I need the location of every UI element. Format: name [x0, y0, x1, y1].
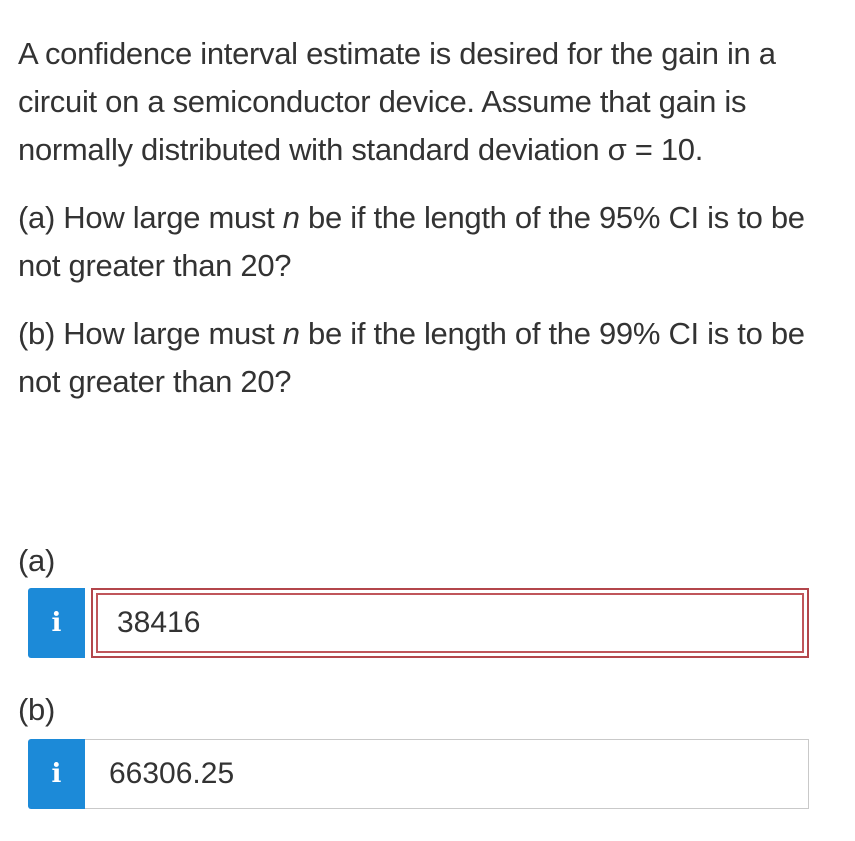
info-icon: i	[51, 608, 62, 638]
part-b-prefix: (b) How large must	[18, 316, 283, 351]
answer-b-input[interactable]: 66306.25	[85, 739, 809, 809]
question-text: A confidence interval estimate is desire…	[18, 30, 838, 406]
answer-a-label: (a)	[18, 543, 55, 578]
info-button-b[interactable]: i	[28, 739, 85, 809]
question-intro: A confidence interval estimate is desire…	[18, 36, 776, 167]
part-b-variable: n	[282, 316, 300, 351]
part-a-variable: n	[282, 200, 300, 235]
info-button-a[interactable]: i	[28, 588, 85, 658]
answer-b-row: i 66306.25	[28, 739, 809, 809]
question-part-b: (b) How large must n be if the length of…	[18, 310, 838, 406]
answer-a-input[interactable]: 38416	[91, 588, 809, 658]
part-a-prefix: (a) How large must	[18, 200, 283, 235]
answer-b-label: (b)	[18, 692, 55, 727]
question-part-a: (a) How large must n be if the length of…	[18, 194, 838, 290]
answer-a-row: i 38416	[28, 588, 809, 658]
info-icon: i	[51, 759, 62, 789]
